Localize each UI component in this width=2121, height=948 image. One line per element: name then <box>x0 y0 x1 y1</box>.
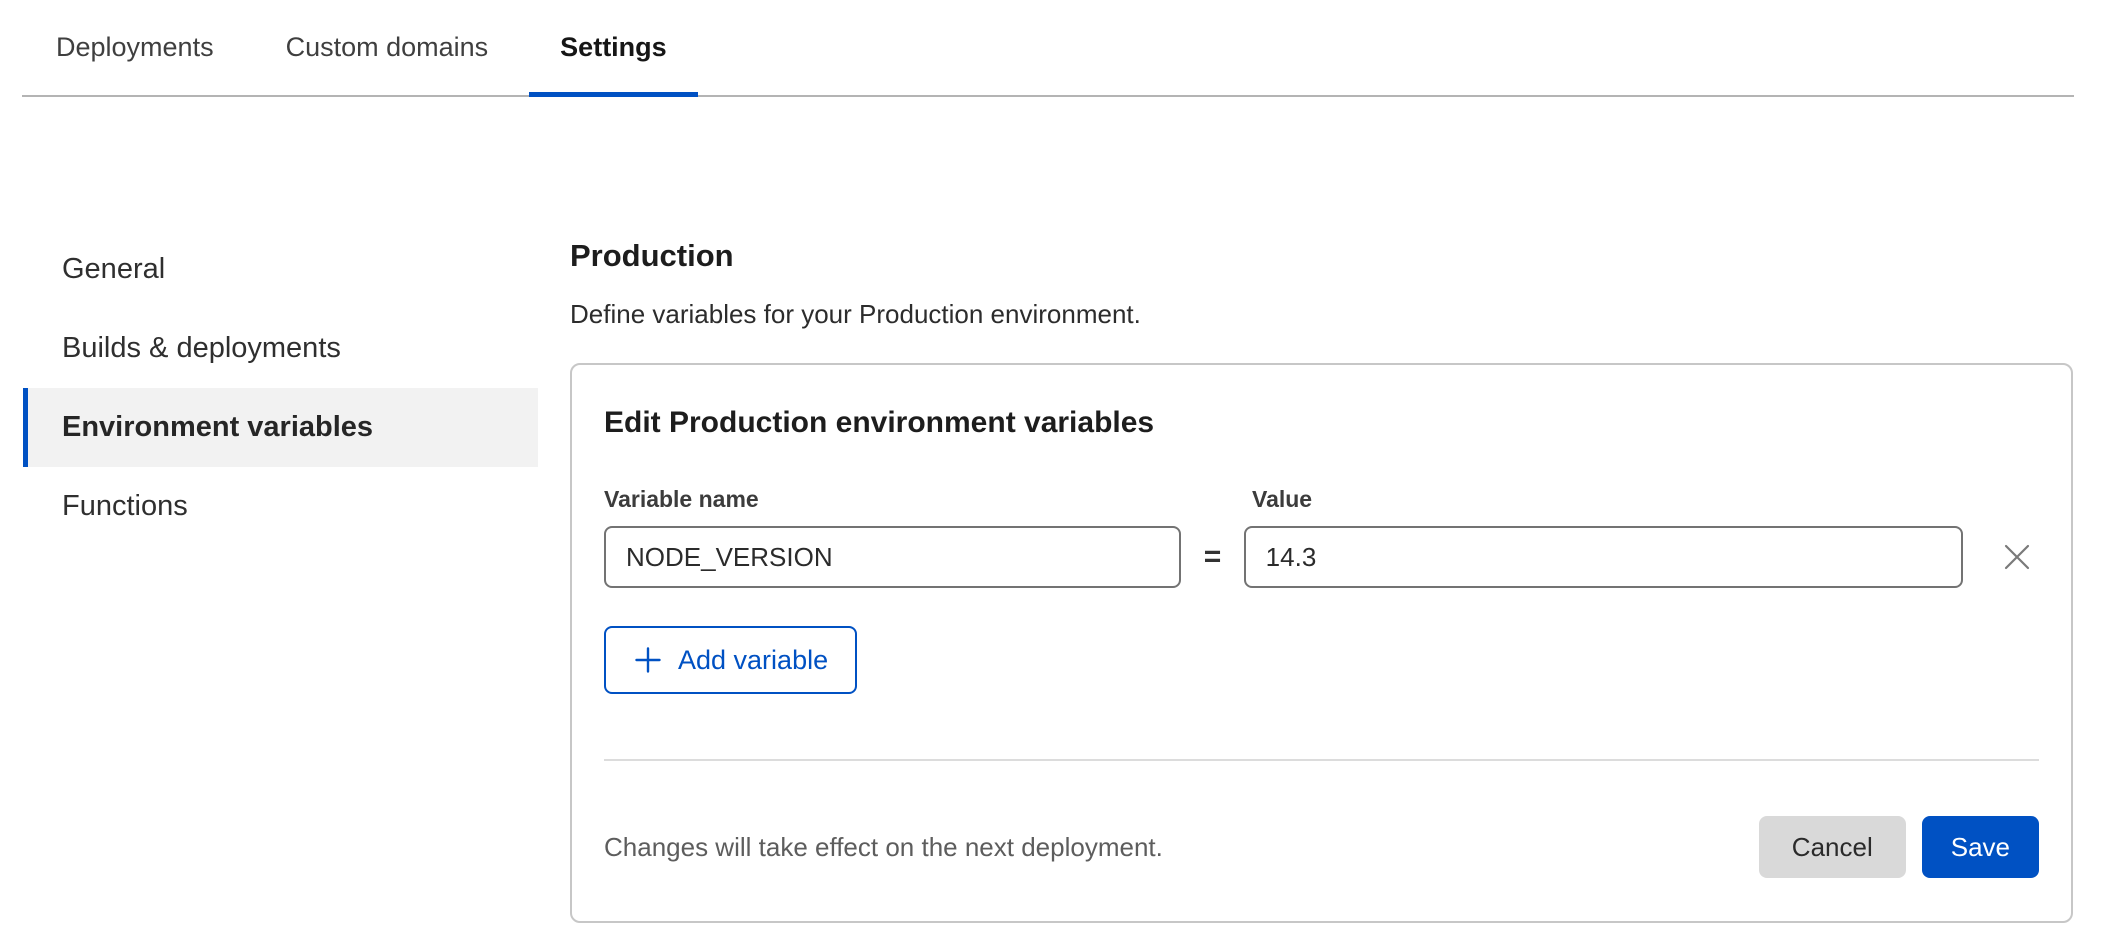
tab-custom-domains[interactable]: Custom domains <box>255 0 520 95</box>
variable-name-label: Variable name <box>604 486 1252 513</box>
sidebar-item-functions[interactable]: Functions <box>23 467 538 546</box>
card-title: Edit Production environment variables <box>604 405 2039 441</box>
add-variable-label: Add variable <box>678 645 828 676</box>
save-button[interactable]: Save <box>1922 816 2039 878</box>
footer-actions: Cancel Save <box>1759 816 2039 878</box>
card-footer: Changes will take effect on the next dep… <box>604 769 2039 921</box>
sidebar-item-general-label: General <box>62 253 165 286</box>
sidebar-item-environment-variables-label: Environment variables <box>62 411 373 444</box>
footer-note: Changes will take effect on the next dep… <box>604 832 1163 863</box>
sidebar-item-builds-deployments[interactable]: Builds & deployments <box>23 309 538 388</box>
sidebar-item-general[interactable]: General <box>23 230 538 309</box>
page-description: Define variables for your Production env… <box>570 298 2073 330</box>
sidebar-item-environment-variables[interactable]: Environment variables <box>23 388 538 467</box>
remove-variable-button[interactable] <box>1995 535 2039 579</box>
equals-sign: = <box>1181 540 1243 574</box>
tab-deployments-label: Deployments <box>56 32 214 63</box>
sidebar-item-functions-label: Functions <box>62 490 188 523</box>
sidebar-item-builds-deployments-label: Builds & deployments <box>62 332 341 365</box>
close-icon <box>2001 541 2033 573</box>
card-divider <box>604 759 2039 761</box>
cancel-button[interactable]: Cancel <box>1759 816 1906 878</box>
variable-value-input[interactable] <box>1244 526 1964 588</box>
main-content: Production Define variables for your Pro… <box>570 238 2073 923</box>
tab-custom-domains-label: Custom domains <box>286 32 489 63</box>
field-labels-row: Variable name Value <box>604 486 2039 513</box>
value-label: Value <box>1252 486 1312 513</box>
environment-variables-card: Edit Production environment variables Va… <box>570 363 2073 923</box>
tab-settings[interactable]: Settings <box>529 0 698 95</box>
page-title: Production <box>570 238 2073 274</box>
tab-deployments[interactable]: Deployments <box>25 0 245 95</box>
settings-sidebar: General Builds & deployments Environment… <box>23 230 538 546</box>
variable-name-input[interactable] <box>604 526 1181 588</box>
variable-row: = <box>604 526 2039 588</box>
add-variable-button[interactable]: Add variable <box>604 626 857 694</box>
plus-icon <box>633 645 663 675</box>
tab-settings-label: Settings <box>560 32 667 63</box>
settings-page: Deployments Custom domains Settings Gene… <box>0 0 2121 948</box>
top-tab-bar: Deployments Custom domains Settings <box>22 0 2074 97</box>
